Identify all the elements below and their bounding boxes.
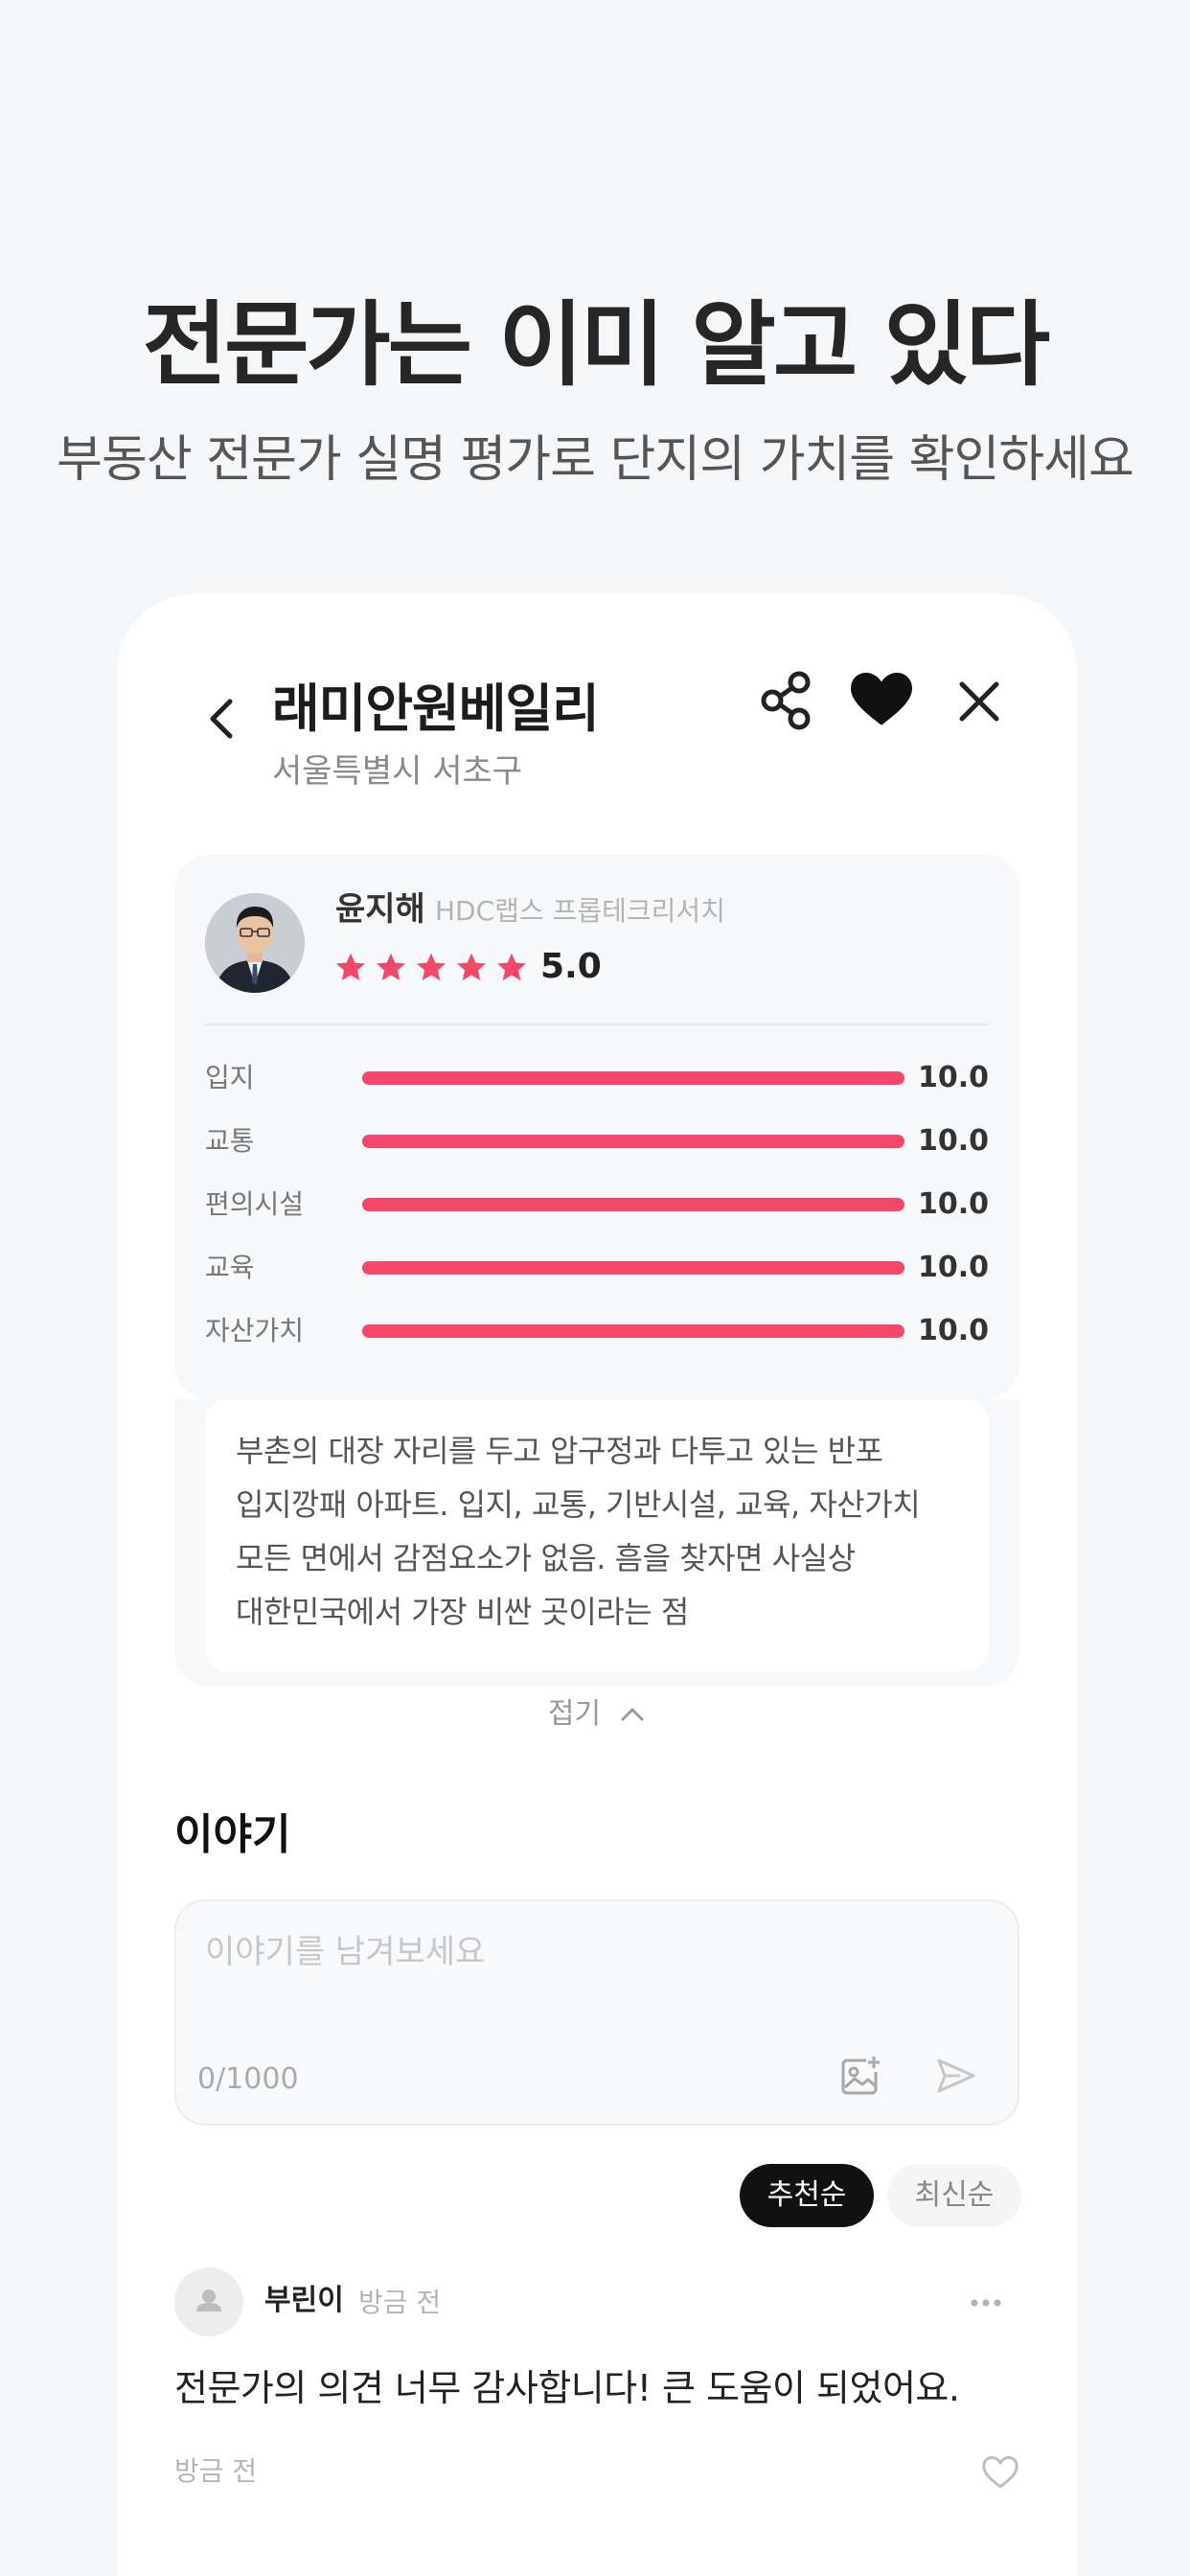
score-value: 10.0 <box>917 1061 989 1094</box>
score-label: 편의시설 <box>205 1188 305 1220</box>
score-label: 자산가치 <box>205 1315 305 1346</box>
comment-time: 방금 전 <box>358 2287 442 2318</box>
star-icon <box>377 953 405 981</box>
comment-time-footer: 방금 전 <box>174 2455 258 2487</box>
score-label: 입지 <box>205 1062 255 1093</box>
expert-comment-box: 부촌의 대장 자리를 두고 압구정과 다투고 있는 반포 입지깡패 아파트. 입… <box>205 1399 989 1671</box>
expert-review-comment-area: 부촌의 대장 자리를 두고 압구정과 다투고 있는 반포 입지깡패 아파트. 입… <box>174 1399 1019 1731</box>
star-icon <box>336 953 365 981</box>
expert-name: 윤지해 <box>335 890 425 929</box>
star-icon <box>497 953 526 981</box>
score-bar <box>362 1261 904 1275</box>
score-bar-fill <box>362 1261 904 1275</box>
story-input[interactable]: 이야기를 남겨보세요 0/1000 <box>174 1899 1019 2126</box>
back-icon[interactable] <box>194 680 251 757</box>
sort-recommended-chip[interactable]: 추천순 <box>740 2164 874 2227</box>
send-icon[interactable] <box>933 2055 979 2097</box>
rating-value: 5.0 <box>540 947 602 986</box>
more-icon[interactable] <box>970 2298 1002 2308</box>
score-row-transport: 교통 10.0 <box>205 1117 989 1165</box>
hero-title: 전문가는 이미 알고 있다 <box>142 291 1050 399</box>
expert-review-box: 윤지해 HDC랩스 프롭테크리서치 5.0 입지 10.0 교통 10.0 편의… <box>174 855 1019 1399</box>
score-bar-fill <box>362 1324 904 1338</box>
collapse-toggle[interactable]: 접기 <box>174 1690 1019 1738</box>
apartment-detail-card: 래미안원베일리 서울특별시 서초구 윤지해 HDC랩스 프롭테크리서치 5.0 … <box>117 594 1077 2576</box>
image-add-icon[interactable] <box>837 2053 883 2099</box>
score-value: 10.0 <box>917 1124 989 1158</box>
score-bar-fill <box>362 1198 904 1211</box>
user-icon <box>196 2289 221 2312</box>
like-heart-icon[interactable] <box>981 2455 1019 2490</box>
close-icon[interactable] <box>952 675 1006 728</box>
score-bar <box>362 1071 904 1085</box>
story-input-placeholder: 이야기를 남겨보세요 <box>205 1933 486 1971</box>
share-icon[interactable] <box>757 669 814 732</box>
score-value: 10.0 <box>917 1187 989 1221</box>
score-label: 교육 <box>205 1252 255 1283</box>
char-count: 0/1000 <box>197 2062 299 2096</box>
star-icon <box>417 953 446 981</box>
sort-latest-chip[interactable]: 최신순 <box>887 2164 1021 2227</box>
score-value: 10.0 <box>917 1314 989 1347</box>
score-label: 교통 <box>205 1125 255 1157</box>
collapse-label: 접기 <box>547 1697 602 1731</box>
star-rating <box>333 947 529 989</box>
score-row-amenities: 편의시설 10.0 <box>205 1181 989 1229</box>
expert-comment-text: 부촌의 대장 자리를 두고 압구정과 다투고 있는 반포 입지깡패 아파트. 입… <box>236 1433 921 1630</box>
apartment-location: 서울특별시 서초구 <box>272 752 523 791</box>
expert-company: HDC랩스 프롭테크리서치 <box>435 895 725 927</box>
score-row-location: 입지 10.0 <box>205 1054 989 1102</box>
score-bar <box>362 1135 904 1148</box>
chevron-up-icon <box>621 1708 644 1721</box>
score-bar-fill <box>362 1071 904 1085</box>
score-row-education: 교육 10.0 <box>205 1244 989 1292</box>
score-row-asset-value: 자산가치 10.0 <box>205 1307 989 1355</box>
commenter-avatar <box>174 2267 243 2336</box>
score-value: 10.0 <box>917 1251 989 1284</box>
expert-photo <box>205 893 305 993</box>
star-icon <box>457 953 486 981</box>
score-bar <box>362 1198 904 1211</box>
apartment-name: 래미안원베일리 <box>272 678 600 739</box>
comment-body: 전문가의 의견 너무 감사합니다! 큰 도움이 되었어요. <box>174 2367 960 2409</box>
hero-subtitle: 부동산 전문가 실명 평가로 단지의 가치를 확인하세요 <box>57 431 1134 489</box>
story-section-title: 이야기 <box>174 1810 291 1859</box>
divider <box>205 1024 989 1025</box>
expert-avatar <box>205 893 305 993</box>
commenter-name: 부린이 <box>264 2284 344 2317</box>
score-bar-fill <box>362 1135 904 1148</box>
score-bar <box>362 1324 904 1338</box>
heart-icon[interactable] <box>851 671 912 728</box>
